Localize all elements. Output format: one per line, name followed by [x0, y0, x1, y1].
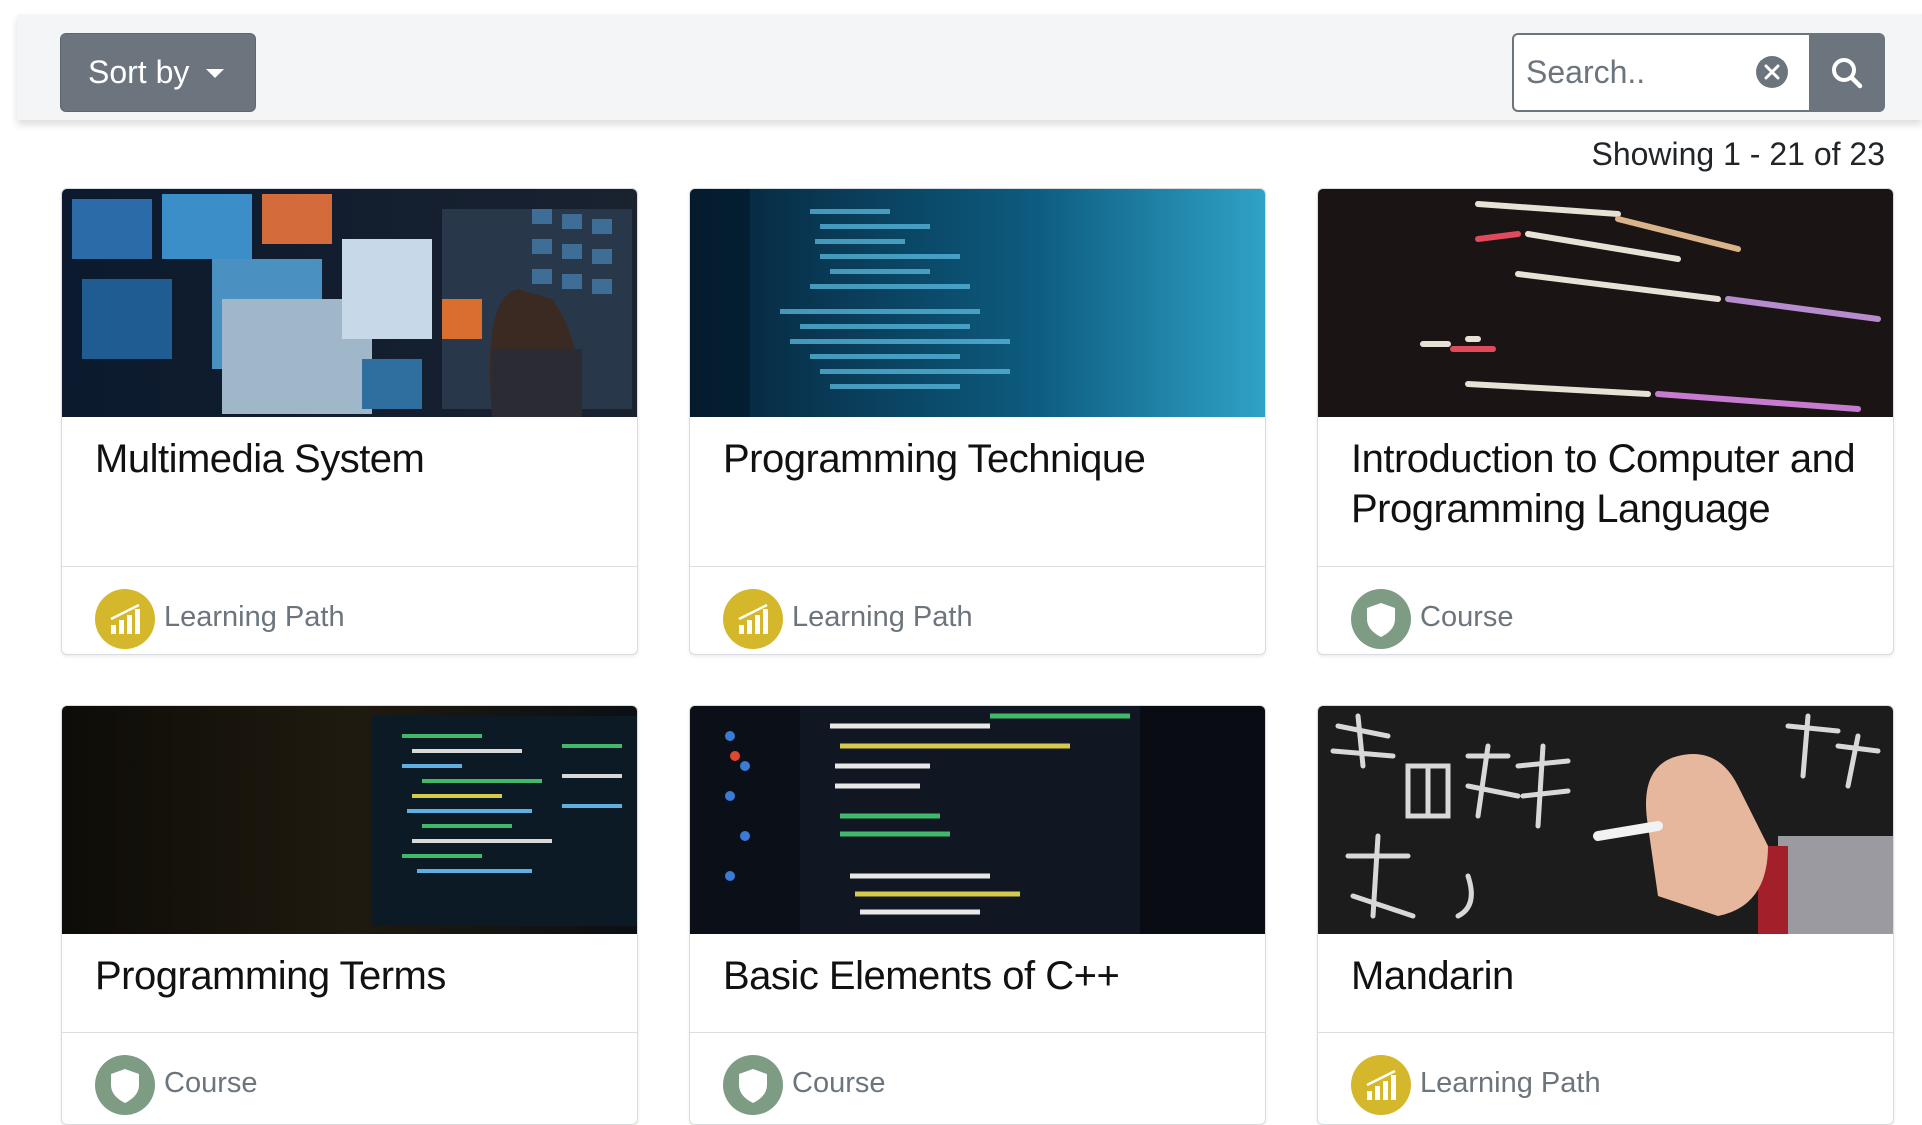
course-badge: [1351, 589, 1411, 649]
bar-chart-icon: [723, 589, 783, 649]
card-image: [62, 189, 637, 417]
results-count: Showing 1 - 21 of 23: [1591, 136, 1885, 172]
learning-path-badge: [723, 589, 783, 649]
card-footer: Learning Path: [62, 566, 637, 653]
bar-chart-icon: [95, 589, 155, 649]
card-footer: Course: [62, 1032, 637, 1119]
caret-down-icon: [206, 69, 225, 78]
card-image: [62, 706, 637, 934]
catalog-card[interactable]: Basic Elements of C++ Course: [689, 705, 1266, 1125]
course-badge: [95, 1055, 155, 1115]
shield-icon: [723, 1055, 783, 1115]
card-title[interactable]: Introduction to Computer and Programming…: [1351, 434, 1873, 534]
card-title[interactable]: Multimedia System: [95, 434, 617, 484]
sort-by-button[interactable]: Sort by: [60, 33, 256, 112]
learning-path-badge: [95, 589, 155, 649]
catalog-card[interactable]: Multimedia System Learning Path: [61, 188, 638, 655]
card-footer: Learning Path: [690, 566, 1265, 653]
search-icon: [1832, 57, 1863, 88]
bar-chart-icon: [1351, 1055, 1411, 1115]
course-badge: [723, 1055, 783, 1115]
search-button[interactable]: [1809, 33, 1885, 112]
card-type-label: Learning Path: [792, 601, 973, 633]
card-type-label: Course: [792, 1067, 886, 1099]
card-image: [1318, 706, 1893, 934]
card-footer: Course: [690, 1032, 1265, 1119]
card-type-label: Course: [1420, 601, 1514, 633]
clear-search-icon[interactable]: [1755, 55, 1789, 89]
card-type-label: Learning Path: [1420, 1067, 1601, 1099]
card-title[interactable]: Mandarin: [1351, 951, 1873, 1001]
card-image: [1318, 189, 1893, 417]
card-title[interactable]: Programming Technique: [723, 434, 1245, 484]
card-image: [690, 189, 1265, 417]
catalog-card[interactable]: Introduction to Computer and Programming…: [1317, 188, 1894, 655]
search-group: [1512, 33, 1885, 112]
card-footer: Learning Path: [1318, 1032, 1893, 1119]
catalog-card[interactable]: Mandarin Learning Path: [1317, 705, 1894, 1125]
sort-by-label: Sort by: [88, 54, 190, 90]
shield-icon: [95, 1055, 155, 1115]
card-type-label: Course: [164, 1067, 258, 1099]
card-title[interactable]: Programming Terms: [95, 951, 617, 1001]
toolbar: Sort by: [17, 14, 1922, 120]
shield-icon: [1351, 589, 1411, 649]
catalog-card[interactable]: Programming Technique Learning Path: [689, 188, 1266, 655]
card-title[interactable]: Basic Elements of C++: [723, 951, 1245, 1001]
card-footer: Course: [1318, 566, 1893, 653]
learning-path-badge: [1351, 1055, 1411, 1115]
catalog-card[interactable]: Programming Terms Course: [61, 705, 638, 1125]
card-type-label: Learning Path: [164, 601, 345, 633]
card-image: [690, 706, 1265, 934]
